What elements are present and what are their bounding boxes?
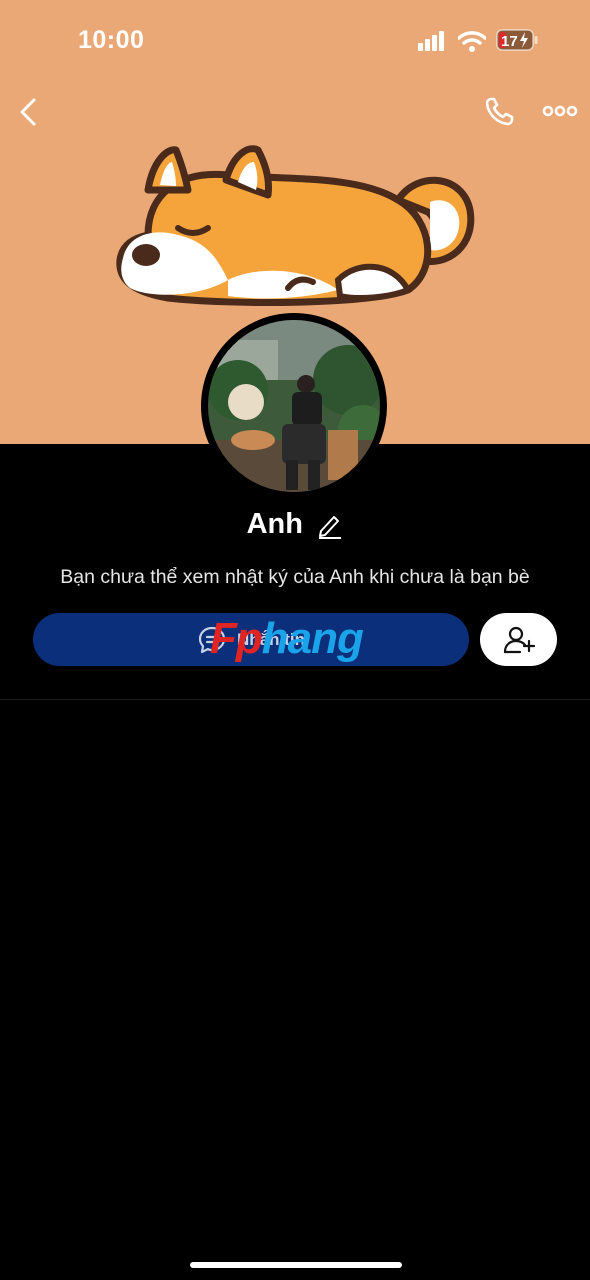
wifi-icon bbox=[458, 31, 486, 52]
profile-name-row: Anh bbox=[0, 508, 590, 552]
profile-avatar[interactable] bbox=[201, 313, 387, 499]
friendship-notice: Bạn chưa thể xem nhật ký của Anh khi chư… bbox=[60, 566, 530, 588]
more-options-button[interactable] bbox=[540, 100, 580, 122]
message-button-label: Nhắn tin bbox=[237, 629, 305, 649]
home-indicator[interactable] bbox=[190, 1262, 402, 1268]
add-friend-button[interactable] bbox=[480, 613, 557, 666]
battery-level: 17 bbox=[501, 33, 518, 50]
status-time: 10:00 bbox=[78, 26, 145, 54]
profile-name: Anh bbox=[246, 508, 303, 540]
shiba-dog-illustration bbox=[116, 145, 475, 306]
section-divider bbox=[0, 699, 590, 700]
cellular-signal-icon bbox=[418, 31, 444, 51]
pencil-icon[interactable] bbox=[317, 511, 343, 539]
back-button[interactable] bbox=[12, 92, 48, 132]
call-button[interactable] bbox=[480, 94, 520, 130]
battery-charging-icon: 17 bbox=[496, 29, 538, 51]
message-button[interactable]: Nhắn tin bbox=[33, 613, 469, 666]
status-bar: 10:00 17 bbox=[0, 0, 590, 80]
chat-bubble-icon bbox=[198, 626, 226, 653]
add-friend-icon bbox=[503, 626, 535, 653]
